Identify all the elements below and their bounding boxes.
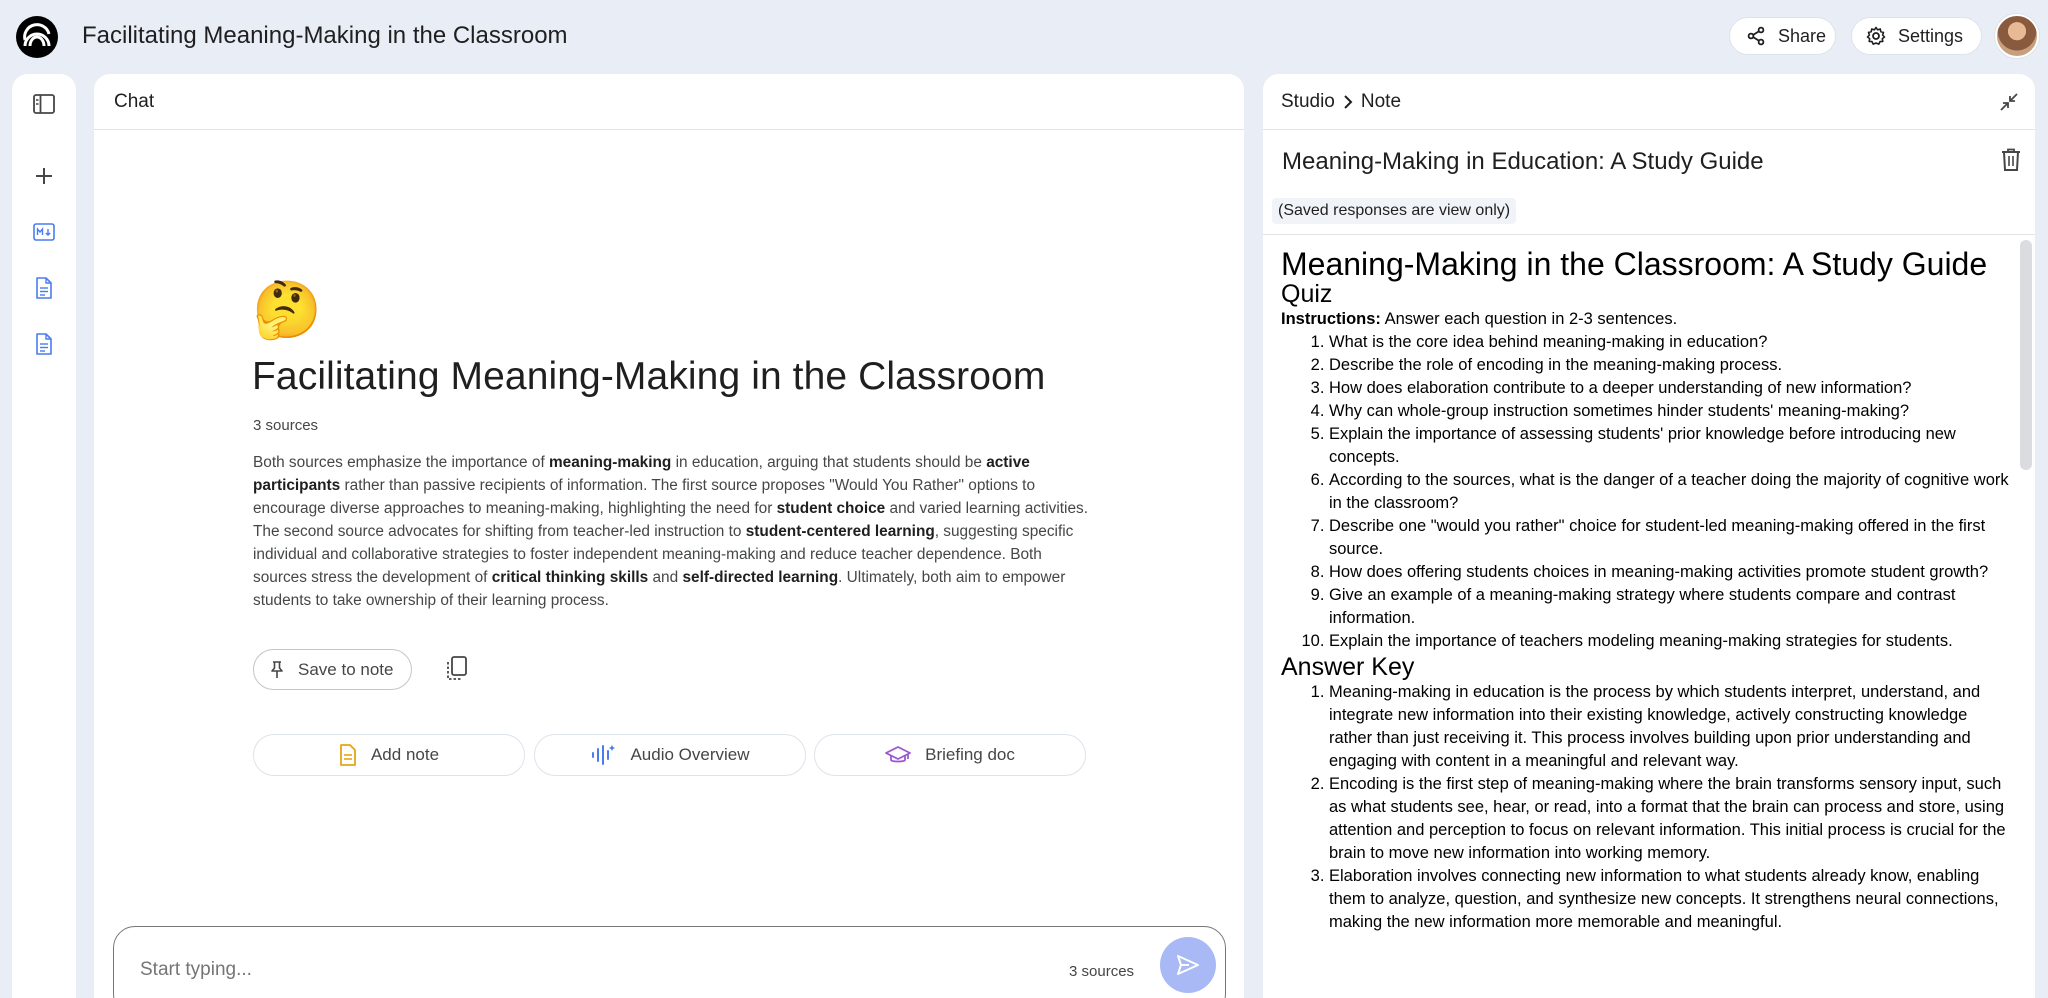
study-guide-title: Meaning-Making in the Classroom: A Study… — [1281, 246, 1988, 282]
note-content: Meaning-Making in the Classroom: A Study… — [1281, 248, 2011, 934]
quiz-question: Give an example of a meaning-making stra… — [1329, 584, 2011, 630]
composer-sources-count[interactable]: 3 sources — [1069, 963, 1134, 980]
summary-text: Both sources emphasize the importance of — [253, 454, 549, 471]
send-button[interactable] — [1160, 937, 1216, 993]
add-note-button[interactable]: Add note — [253, 734, 525, 776]
chat-input[interactable] — [140, 959, 740, 981]
answer-item: Elaboration involves connecting new info… — [1329, 865, 2011, 934]
quiz-question: How does offering students choices in me… — [1329, 561, 2011, 584]
top-bar: Facilitating Meaning-Making in the Class… — [0, 0, 2048, 74]
summary-highlight: critical thinking skills — [491, 569, 649, 586]
view-only-badge: (Saved responses are view only) — [1272, 198, 1517, 224]
sources-rail — [12, 74, 76, 998]
chat-panel-title: Chat — [114, 90, 155, 112]
summary-text: and — [648, 569, 683, 586]
summary-highlight: student choice — [776, 500, 886, 517]
save-to-note-button[interactable]: Save to note — [253, 649, 412, 690]
sidebar-panel-icon — [33, 94, 55, 114]
notebook-summary: Both sources emphasize the importance of… — [253, 451, 1089, 612]
quiz-question: Why can whole-group instruction sometime… — [1329, 400, 2011, 423]
notebook-emoji: 🤔 — [252, 278, 322, 341]
chat-panel-header: Chat — [94, 74, 1244, 130]
graduation-cap-icon — [885, 746, 912, 763]
quiz-question: What is the core idea behind meaning-mak… — [1329, 331, 2011, 354]
document-icon — [36, 333, 52, 355]
instructions-label: Instructions: — [1281, 310, 1381, 328]
quiz-heading: Quiz — [1281, 280, 1333, 308]
source-item-document-1[interactable] — [28, 272, 60, 304]
quiz-question: Describe the role of encoding in the mea… — [1329, 354, 2011, 377]
note-title: Meaning-Making in Education: A Study Gui… — [1282, 148, 1764, 175]
plus-icon — [36, 168, 52, 184]
trash-icon — [2002, 148, 2020, 171]
summary-highlight: self-directed learning — [682, 569, 839, 586]
toggle-sidebar-button[interactable] — [28, 88, 60, 120]
send-icon — [1177, 955, 1199, 975]
summary-highlight: student-centered learning — [745, 523, 935, 540]
quiz-question: Explain the importance of assessing stud… — [1329, 423, 2011, 469]
settings-button[interactable]: Settings — [1851, 17, 1982, 55]
share-icon — [1747, 26, 1765, 46]
user-avatar[interactable] — [1995, 14, 2039, 58]
save-to-note-label: Save to note — [298, 659, 394, 679]
quiz-instructions: Instructions: Answer each question in 2-… — [1281, 308, 2011, 331]
divider — [1263, 234, 2035, 235]
copy-icon — [447, 656, 467, 680]
chat-panel: Chat 🤔 Facilitating Meaning-Making in th… — [94, 74, 1244, 998]
quiz-question: According to the sources, what is the da… — [1329, 469, 2011, 515]
pin-icon — [271, 660, 283, 678]
answer-key-heading: Answer Key — [1281, 653, 1415, 681]
answer-item: Meaning-making in education is the proce… — [1329, 681, 2011, 773]
document-icon — [36, 277, 52, 299]
audio-overview-button[interactable]: Audio Overview — [534, 734, 806, 776]
source-item-document-2[interactable] — [28, 328, 60, 360]
note-icon — [340, 744, 356, 766]
share-label: Share — [1778, 25, 1827, 46]
settings-label: Settings — [1898, 25, 1964, 46]
summary-text: in education, arguing that students shou… — [671, 454, 987, 471]
add-note-label: Add note — [370, 745, 440, 764]
share-button[interactable]: Share — [1729, 17, 1836, 55]
audio-waveform-icon — [592, 745, 616, 765]
note-scrollbar[interactable] — [2020, 240, 2032, 470]
studio-panel: Studio Note Meaning-Making in Education:… — [1263, 74, 2035, 998]
briefing-doc-label: Briefing doc — [925, 745, 1015, 764]
quiz-question-list: What is the core idea behind meaning-mak… — [1281, 331, 2011, 653]
source-item-markdown[interactable] — [28, 216, 60, 248]
instructions-text: Answer each question in 2-3 sentences. — [1380, 310, 1678, 328]
sources-count: 3 sources — [253, 417, 319, 434]
briefing-doc-button[interactable]: Briefing doc — [814, 734, 1086, 776]
copy-button[interactable] — [444, 656, 470, 684]
quiz-question: Describe one "would you rather" choice f… — [1329, 515, 2011, 561]
breadcrumb-note: Note — [1360, 90, 1402, 112]
answer-key-list: Meaning-making in education is the proce… — [1281, 681, 2011, 934]
collapse-panel-button[interactable] — [1999, 92, 2019, 117]
audio-overview-label: Audio Overview — [630, 745, 750, 764]
studio-panel-header: Studio Note — [1263, 74, 2035, 130]
add-source-button[interactable] — [28, 160, 60, 192]
quiz-question: How does elaboration contribute to a dee… — [1329, 377, 2011, 400]
delete-note-button[interactable] — [2001, 148, 2021, 177]
chat-composer: 3 sources — [113, 926, 1226, 998]
collapse-icon — [2000, 93, 2018, 111]
markdown-file-icon — [33, 223, 55, 241]
chat-notebook-title: Facilitating Meaning-Making in the Class… — [252, 355, 1046, 398]
gear-icon — [1866, 26, 1886, 45]
chevron-right-icon — [1343, 94, 1353, 110]
answer-item: Encoding is the first step of meaning-ma… — [1329, 773, 2011, 865]
quiz-question: Explain the importance of teachers model… — [1329, 630, 2011, 653]
summary-highlight: meaning-making — [549, 454, 672, 471]
app-logo-icon[interactable] — [16, 16, 58, 58]
breadcrumb-studio[interactable]: Studio — [1281, 91, 1335, 113]
notebook-title[interactable]: Facilitating Meaning-Making in the Class… — [82, 22, 568, 50]
